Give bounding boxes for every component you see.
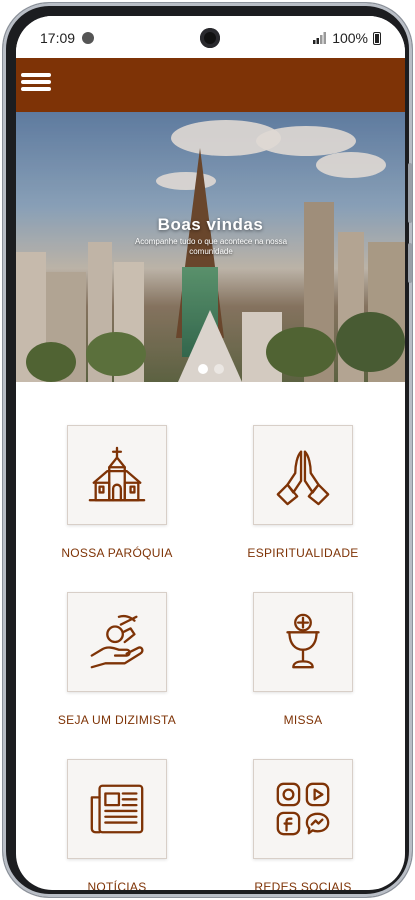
seja-um-dizimista-button[interactable] [67, 592, 167, 692]
praying-hands-icon [276, 450, 330, 506]
power-button [408, 243, 412, 283]
status-time: 17:09 [40, 30, 76, 46]
volume-button [408, 163, 412, 223]
status-indicators: 100% [313, 30, 381, 46]
missa-button[interactable] [253, 592, 353, 692]
battery-percent: 100% [332, 30, 368, 46]
front-camera [200, 28, 220, 48]
seja-um-dizimista-label[interactable]: SEJA UM DIZIMISTA [22, 713, 212, 727]
nossa-paroquia-label[interactable]: NOSSA PARÓQUIA [22, 546, 212, 560]
espiritualidade-label[interactable]: ESPIRITUALIDADE [208, 546, 398, 560]
noticias-button[interactable] [67, 759, 167, 859]
hero-banner[interactable]: Boas vindas Acompanhe tudo o que acontec… [16, 112, 405, 382]
redes-sociais-button[interactable] [253, 759, 353, 859]
social-media-icon [276, 782, 330, 836]
status-bar: 17:09 100% [16, 16, 405, 58]
app-screen: 17:09 100% Boas vindas Acompanhe tudo o … [16, 16, 405, 890]
carousel-indicators [16, 364, 405, 374]
app-header [16, 58, 405, 112]
hero-title: Boas vindas [157, 215, 264, 234]
hero-subtitle: Acompanhe tudo o que acontece na nossa c… [134, 237, 288, 256]
espiritualidade-button[interactable] [253, 425, 353, 525]
church-icon [88, 446, 146, 502]
newspaper-icon [90, 784, 144, 834]
nossa-paroquia-button[interactable] [67, 425, 167, 525]
carousel-dot[interactable] [197, 364, 208, 374]
carousel-dot[interactable] [213, 364, 224, 374]
phone-frame: 17:09 100% Boas vindas Acompanhe tudo o … [3, 3, 412, 897]
signal-icon [313, 32, 327, 44]
redes-sociais-label[interactable]: REDES SOCIAIS [208, 880, 398, 890]
noticias-label[interactable]: NOTÍCIAS [22, 880, 212, 890]
missa-label[interactable]: MISSA [208, 713, 398, 727]
battery-icon [373, 31, 381, 45]
offering-hand-icon [90, 614, 144, 669]
notification-icon [82, 32, 94, 44]
hamburger-menu-icon[interactable] [21, 70, 51, 100]
chalice-icon [286, 613, 320, 669]
